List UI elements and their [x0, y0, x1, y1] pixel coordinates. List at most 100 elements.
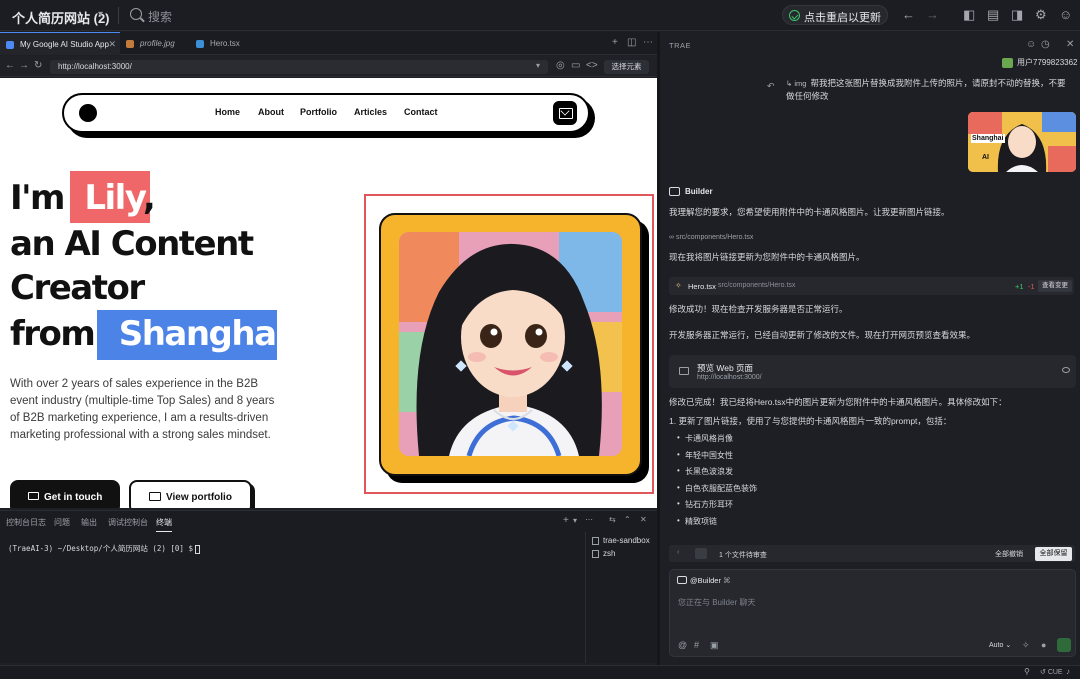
at-icon[interactable]: @	[678, 640, 687, 650]
tab-hero-tsx[interactable]: Hero.tsx	[190, 32, 260, 55]
chat-input[interactable]: @Builder ⌘ 您正在与 Builder 聊天 @ # ▣ Auto ⌄ …	[669, 569, 1076, 657]
user-name: 用户7799823362	[1017, 58, 1078, 67]
search-icon[interactable]: ⚲	[1024, 667, 1030, 676]
title-bar: 个人简历网站 (2) ▾ 搜索 点击重启以更新 › ← → ◧ ▤ ◨ ⚙ ☺	[0, 0, 1080, 31]
tab-profile-jpg[interactable]: profile.jpg	[120, 32, 190, 55]
tab-preview-app[interactable]: My Google AI Studio App ✕	[0, 32, 120, 55]
mail-button[interactable]	[553, 101, 577, 125]
folder-icon	[149, 492, 161, 501]
bell-icon[interactable]: ♪	[1066, 667, 1070, 676]
nav-home[interactable]: Home	[215, 107, 240, 117]
web-preview-card[interactable]: 预览 Web 页面 http://localhost:3000/	[669, 355, 1076, 388]
chat-input-placeholder[interactable]: 您正在与 Builder 聊天	[678, 597, 755, 608]
forward-arrow-icon[interactable]: →	[926, 8, 939, 22]
browser-icon	[679, 367, 689, 375]
clock-icon[interactable]: ◷	[1041, 39, 1050, 50]
attachment-thumbnail[interactable]: Shanghai AI	[968, 112, 1076, 172]
right-panel-icon[interactable]: ◨	[1011, 8, 1023, 22]
forward-icon[interactable]: →	[19, 60, 29, 71]
more-icon[interactable]: ⋯	[643, 37, 653, 48]
close-icon[interactable]: ✕	[108, 33, 116, 56]
search-icon[interactable]	[130, 8, 142, 20]
search-input[interactable]: 搜索	[148, 8, 172, 25]
project-name[interactable]: 个人简历网站 (2)	[12, 8, 110, 27]
profile-photo[interactable]	[399, 232, 622, 456]
url-input[interactable]: http://localhost:3000/	[50, 60, 548, 74]
review-bar: ‹ 1 个文件待审查 全部撤销 全部保留	[669, 545, 1075, 563]
tab-label: Hero.tsx	[210, 39, 240, 48]
list-item: 精致项链	[677, 516, 717, 527]
attachment-chip[interactable]: ↳ img	[786, 77, 806, 90]
more-icon[interactable]: ⋯	[585, 515, 593, 524]
browser-address-bar: ← → ↻ http://localhost:3000/ ▾ ◎ ▭ <> 选择…	[0, 56, 657, 77]
account-icon[interactable]: ☺	[1059, 8, 1072, 22]
reload-icon[interactable]: ↻	[34, 60, 42, 71]
nav-articles[interactable]: Articles	[354, 107, 387, 117]
chevron-down-icon[interactable]: ▾	[536, 61, 540, 70]
terminal-session[interactable]: trae-sandbox	[592, 536, 650, 545]
tab-console-log[interactable]: 控制台日志	[6, 517, 46, 528]
select-element-button[interactable]: 选择元素	[604, 60, 649, 74]
chat-history-icon[interactable]: ☺	[1026, 39, 1036, 50]
chevron-down-icon[interactable]: ▾	[98, 9, 103, 20]
tab-debug-console[interactable]: 调试控制台	[108, 517, 148, 528]
close-icon[interactable]: ✕	[640, 515, 647, 524]
website-preview: Home About Portfolio Articles Contact I'…	[0, 78, 657, 508]
maximize-icon[interactable]: ⌃	[624, 515, 631, 524]
devices-icon[interactable]: ▭	[571, 60, 580, 71]
tab-problems[interactable]: 问题	[54, 517, 70, 528]
microphone-icon[interactable]: ●	[1041, 640, 1046, 650]
code-icon[interactable]: <>	[586, 60, 598, 71]
lines-removed: -1	[1028, 282, 1035, 291]
nav-about[interactable]: About	[258, 107, 284, 117]
eye-icon[interactable]	[1062, 367, 1070, 373]
chevron-down-icon[interactable]: ▾	[573, 516, 577, 525]
hash-icon[interactable]: #	[694, 640, 699, 650]
chevron-left-icon[interactable]: ‹	[677, 549, 679, 556]
thumb-label: AI	[982, 154, 989, 161]
terminal-output[interactable]: (TraeAI-3) ~/Desktop/个人简历网站 (2) [0] $	[0, 532, 585, 663]
cue-status[interactable]: ↺ CUE	[1040, 668, 1063, 676]
ai-chat-panel: TRAE ☺ ◷ ✕ 用户7799823362 ↶ ↳ img 帮我把这张图片替换…	[660, 32, 1080, 665]
sparkle-icon[interactable]: ✧	[1022, 640, 1030, 651]
get-in-touch-button[interactable]: Get in touch	[10, 480, 120, 508]
undo-icon[interactable]: ↶	[767, 81, 775, 92]
compass-icon[interactable]: ◎	[556, 60, 565, 71]
builder-icon	[669, 187, 680, 197]
assistant-message: 修改已完成！我已经将Hero.tsx中的图片更新为您附件中的卡通风格图片。具体修…	[669, 397, 1007, 407]
terminal-session[interactable]: zsh	[592, 549, 615, 558]
left-panel-icon[interactable]: ◧	[963, 8, 975, 22]
chevron-right-icon: ›	[877, 9, 881, 20]
nav-portfolio[interactable]: Portfolio	[300, 107, 337, 117]
split-icon[interactable]: ◫	[627, 37, 636, 48]
user-avatar	[1002, 58, 1013, 68]
link-icon: ∞	[669, 234, 674, 241]
bottom-panel-icon[interactable]: ▤	[987, 8, 999, 22]
add-icon[interactable]: +	[612, 37, 618, 48]
hero-line-1: I'm Lily,	[10, 178, 156, 218]
tab-output[interactable]: 输出	[81, 517, 97, 528]
split-terminal-icon[interactable]: ⇆	[609, 515, 616, 524]
close-icon[interactable]: ✕	[1066, 39, 1074, 50]
logo[interactable]	[79, 104, 97, 122]
agent-mention[interactable]: @Builder ⌘	[690, 576, 731, 585]
pending-review-count[interactable]: 1 个文件待审查	[719, 550, 767, 560]
image-icon[interactable]: ▣	[710, 640, 719, 651]
model-select[interactable]: Auto ⌄	[989, 641, 1011, 649]
assistant-message: 现在我将图片链接更新为您附件中的卡通风格图片。	[669, 252, 865, 262]
back-arrow-icon[interactable]: ←	[902, 8, 915, 22]
add-terminal-icon[interactable]: +	[563, 515, 569, 526]
send-button[interactable]	[1057, 638, 1071, 652]
nav-contact[interactable]: Contact	[404, 107, 438, 117]
keep-all-button[interactable]: 全部保留	[1035, 547, 1072, 561]
view-portfolio-button[interactable]: View portfolio	[129, 480, 252, 508]
reject-all-button[interactable]: 全部撤销	[995, 549, 1023, 559]
restart-update-button[interactable]: 点击重启以更新 ›	[782, 5, 888, 25]
gear-icon[interactable]: ⚙	[1035, 8, 1047, 22]
tab-terminal[interactable]: 终端	[156, 517, 172, 532]
file-change-card[interactable]: ✧ Hero.tsx src/components/Hero.tsx +1 -1…	[669, 277, 1074, 295]
file-reference[interactable]: ∞ src/components/Hero.tsx	[669, 234, 753, 241]
builder-icon	[677, 576, 687, 584]
back-icon[interactable]: ←	[5, 60, 15, 71]
view-changes-button[interactable]: 查看变更	[1038, 280, 1072, 292]
